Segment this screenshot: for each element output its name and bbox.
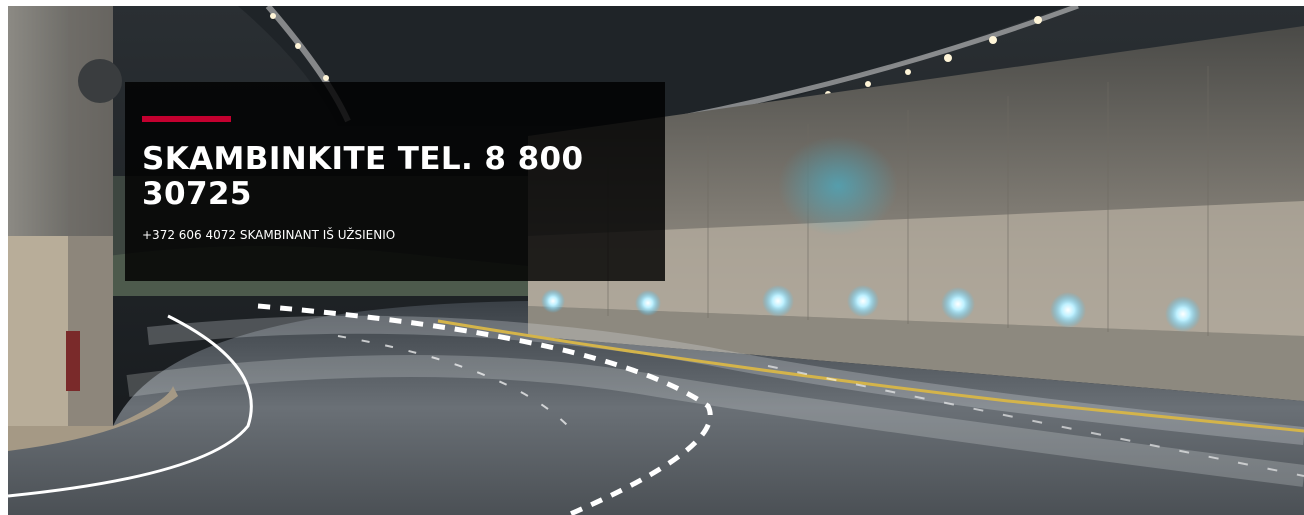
international-phone-text: +372 606 4072 SKAMBINANT IŠ UŽSIENIO [142, 228, 396, 242]
hero-banner: SKAMBINKITE TEL. 8 800 30725 +372 606 40… [8, 6, 1304, 515]
contact-info-card: SKAMBINKITE TEL. 8 800 30725 +372 606 40… [125, 82, 665, 281]
accent-bar [142, 116, 231, 122]
call-phone-headline: SKAMBINKITE TEL. 8 800 30725 [142, 141, 584, 212]
